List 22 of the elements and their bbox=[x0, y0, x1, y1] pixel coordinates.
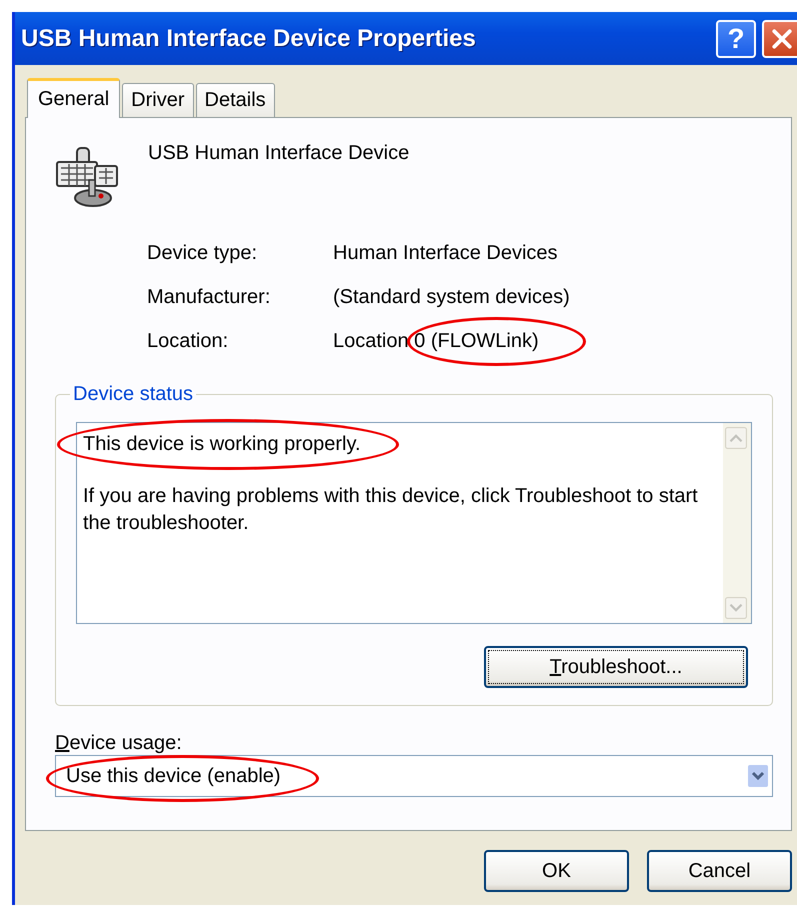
property-label: Location: bbox=[147, 330, 230, 353]
tab[interactable]: Details bbox=[196, 83, 275, 117]
close-button[interactable] bbox=[762, 20, 797, 58]
property-value: (Standard system devices) bbox=[333, 286, 570, 308]
tab[interactable]: General bbox=[27, 78, 120, 118]
troubleshoot-button[interactable]: Troubleshoot... bbox=[484, 646, 748, 688]
property-label: Device type: bbox=[147, 242, 258, 265]
status-message: If you are having problems with this device, click Troubleshoot to start the troubleshooter. bbox=[83, 485, 698, 534]
keyboard-joystick-icon bbox=[55, 146, 119, 208]
window-title: USB Human Interface Device Properties bbox=[21, 24, 477, 52]
close-icon[interactable] bbox=[771, 28, 793, 50]
help-button[interactable]: ? bbox=[716, 20, 756, 58]
tab[interactable]: Driver bbox=[122, 83, 194, 117]
status-message: This device is working properly. bbox=[83, 433, 361, 455]
dropdown-value: Use this device (enable) bbox=[66, 764, 281, 786]
device-name: USB Human Interface Device bbox=[148, 142, 410, 165]
device-usage-label: Device usage: bbox=[55, 732, 183, 755]
property-value: Location 0 (FLOWLink) bbox=[333, 330, 539, 352]
property-label: Manufacturer: bbox=[147, 286, 272, 309]
property-value: Human Interface Devices bbox=[333, 242, 558, 264]
dialog-button[interactable]: OK bbox=[484, 850, 629, 892]
dialog-button[interactable]: Cancel bbox=[647, 850, 792, 892]
